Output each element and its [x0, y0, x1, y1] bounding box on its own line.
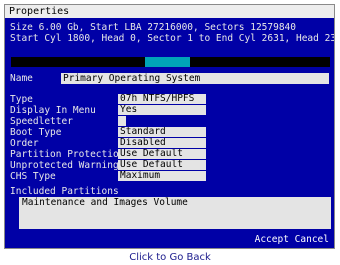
- display-in-menu-field[interactable]: Yes: [118, 105, 206, 115]
- included-partitions-label: Included Partitions: [10, 186, 119, 197]
- chs-type-label: CHS Type: [10, 171, 56, 182]
- unprotected-warning-label: Unprotected Warning: [10, 160, 119, 171]
- chs-type-field[interactable]: Maximum: [118, 171, 206, 181]
- display-in-menu-label: Display In Menu: [10, 105, 96, 116]
- unprotected-warning-field[interactable]: Use Default: [118, 160, 206, 170]
- properties-window: Properties Size 6.00 Gb, Start LBA 27216…: [4, 4, 335, 249]
- partition-protection-mode-field[interactable]: Use Default: [118, 149, 206, 159]
- included-partitions-list[interactable]: Maintenance and Images Volume: [19, 197, 331, 229]
- geometry-summary: Start Cyl 1800, Head 0, Sector 1 to End …: [10, 33, 335, 44]
- size-summary: Size 6.00 Gb, Start LBA 27216000, Sector…: [10, 22, 296, 33]
- list-item[interactable]: Maintenance and Images Volume: [22, 197, 331, 208]
- order-field[interactable]: Disabled: [118, 138, 206, 148]
- name-label: Name: [10, 73, 33, 84]
- type-label: Type: [10, 94, 33, 105]
- partition-bar-segment: [189, 57, 330, 67]
- order-label: Order: [10, 138, 39, 149]
- go-back-link[interactable]: Click to Go Back: [0, 252, 340, 264]
- accept-button[interactable]: Accept: [255, 234, 289, 245]
- name-field[interactable]: Primary Operating System: [61, 73, 329, 84]
- dialog-buttons: Accept Cancel: [255, 234, 329, 245]
- boot-type-label: Boot Type: [10, 127, 62, 138]
- type-field[interactable]: 07h NTFS/HPFS: [118, 94, 206, 104]
- cancel-button[interactable]: Cancel: [295, 234, 329, 245]
- window-title: Properties: [5, 5, 334, 18]
- partition-bar-segment: [144, 57, 190, 67]
- partition-bar-segment: [11, 57, 145, 67]
- partition-map-bar: [11, 57, 330, 67]
- speedletter-field[interactable]: [118, 116, 126, 126]
- boot-type-field[interactable]: Standard: [118, 127, 206, 137]
- speedletter-label: Speedletter: [10, 116, 73, 127]
